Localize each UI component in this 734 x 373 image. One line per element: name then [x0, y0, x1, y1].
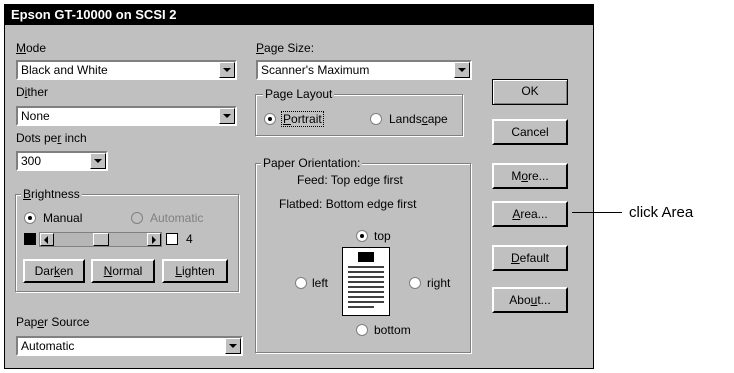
- chevron-down-icon[interactable]: [90, 153, 106, 169]
- callout-line: [572, 212, 622, 213]
- brightness-swatch: [24, 233, 36, 245]
- paper-orientation-legend: Paper Orientation:: [261, 156, 363, 170]
- normal-button[interactable]: Normal: [91, 259, 155, 283]
- about-button[interactable]: About...: [492, 287, 568, 313]
- page-size-label: Page Size:: [256, 41, 315, 55]
- arrow-left-icon: [44, 236, 48, 244]
- page-size-value: Scanner's Maximum: [261, 63, 370, 77]
- paper-source-label: Paper Source: [16, 315, 90, 329]
- dpi-value: 300: [21, 154, 42, 168]
- landscape-radio[interactable]: [370, 113, 382, 125]
- scroll-left-button[interactable]: [40, 233, 54, 246]
- feed-text: Feed: Top edge first: [297, 173, 403, 187]
- chevron-down-icon[interactable]: [219, 108, 235, 124]
- right-label: right: [427, 276, 451, 290]
- bottom-label: bottom: [374, 323, 411, 337]
- dialog-title: Epson GT-10000 on SCSI 2: [5, 5, 593, 25]
- default-button[interactable]: Default: [492, 245, 568, 271]
- mode-select[interactable]: Black and White: [16, 60, 237, 80]
- manual-label: Manual: [43, 211, 83, 225]
- automatic-label: Automatic: [150, 211, 204, 225]
- callout-text: click Area: [629, 204, 694, 221]
- top-label: top: [374, 229, 391, 243]
- manual-radio[interactable]: [24, 212, 36, 224]
- portrait-label: Portrait: [281, 111, 324, 127]
- slider-thumb[interactable]: [92, 233, 109, 246]
- brightness-value: 4: [186, 232, 193, 246]
- top-radio[interactable]: [356, 230, 368, 242]
- dither-label: Dither: [16, 85, 49, 99]
- dither-select[interactable]: None: [16, 106, 237, 126]
- page-size-select[interactable]: Scanner's Maximum: [256, 60, 472, 80]
- ok-button[interactable]: OK: [492, 79, 568, 105]
- mode-label: Mode: [16, 41, 47, 55]
- chevron-down-icon[interactable]: [219, 62, 235, 78]
- area-button[interactable]: Area...: [492, 201, 568, 227]
- portrait-radio[interactable]: [264, 113, 276, 125]
- scroll-right-button[interactable]: [147, 233, 161, 246]
- page-layout-legend: Page Layout: [263, 87, 335, 101]
- bottom-radio[interactable]: [356, 324, 368, 336]
- dpi-select[interactable]: 300: [16, 151, 108, 171]
- paper-source-value: Automatic: [21, 339, 75, 353]
- landscape-label: Landscape: [389, 112, 448, 126]
- left-label: left: [312, 276, 329, 290]
- darken-button[interactable]: Darken: [23, 259, 85, 283]
- chevron-down-icon[interactable]: [225, 338, 241, 354]
- lighten-button[interactable]: Lighten: [162, 259, 228, 283]
- brightness-slider[interactable]: [39, 232, 162, 247]
- arrow-right-icon: [152, 236, 156, 244]
- left-radio[interactable]: [295, 277, 307, 289]
- dither-value: None: [21, 109, 50, 123]
- dpi-label: Dots per inch: [16, 131, 87, 145]
- scanner-dialog: Epson GT-10000 on SCSI 2 Mode Black and …: [4, 4, 594, 369]
- automatic-radio[interactable]: [131, 212, 143, 224]
- page-icon: [342, 247, 390, 316]
- more-button[interactable]: More...: [492, 163, 568, 189]
- brightness-checkbox[interactable]: [166, 233, 178, 245]
- flatbed-text: Flatbed: Bottom edge first: [279, 197, 417, 211]
- mode-value: Black and White: [21, 63, 108, 77]
- cancel-button[interactable]: Cancel: [492, 119, 568, 145]
- chevron-down-icon[interactable]: [454, 62, 470, 78]
- brightness-legend: Brightness: [21, 187, 82, 201]
- right-radio[interactable]: [409, 277, 421, 289]
- paper-source-select[interactable]: Automatic: [16, 336, 243, 356]
